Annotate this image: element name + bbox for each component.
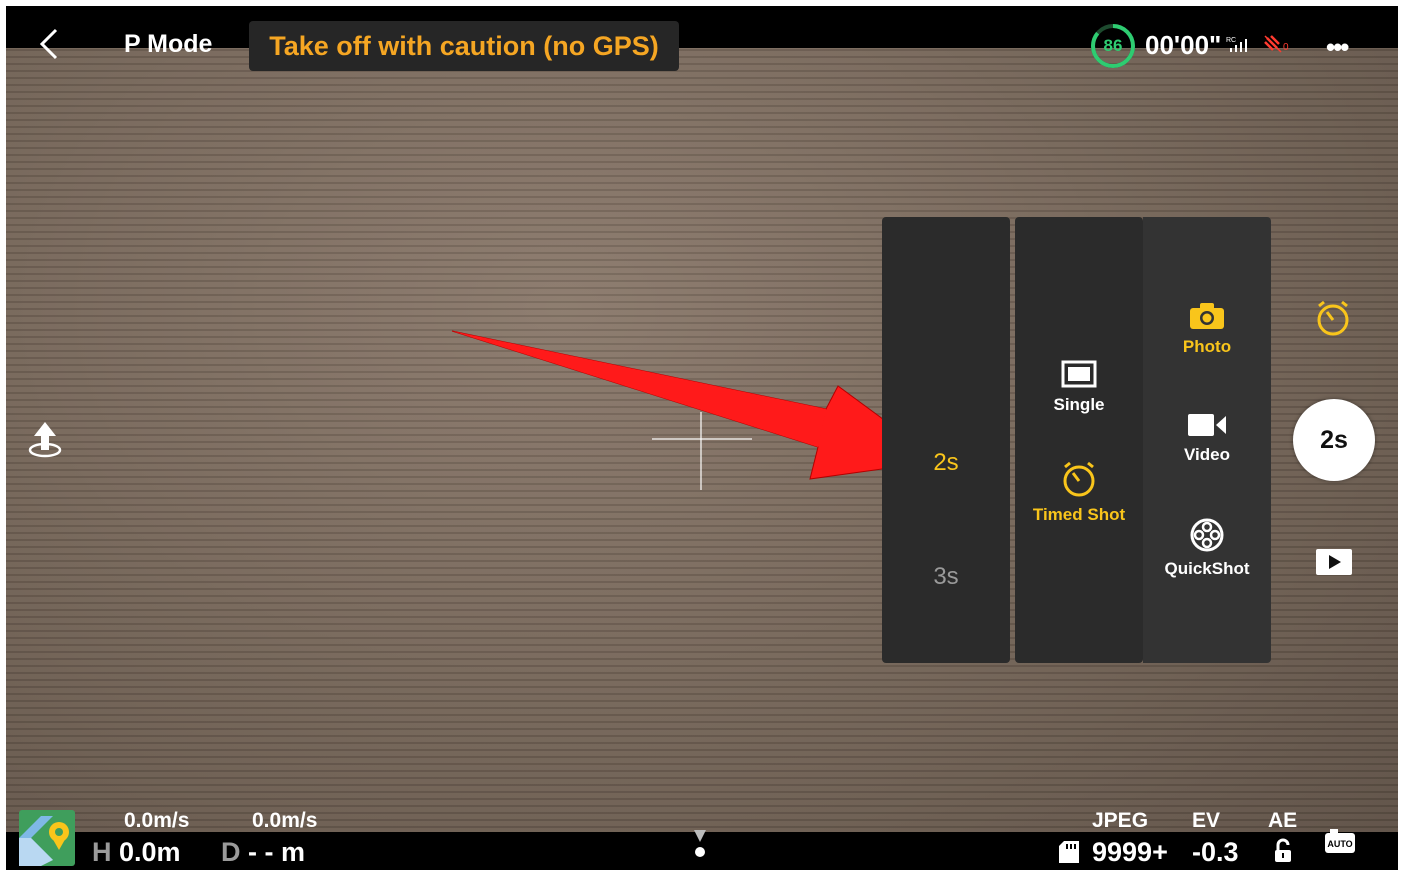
shutter-button[interactable]: 2s — [1293, 399, 1375, 481]
film-reel-icon — [1190, 518, 1224, 552]
distance-readout: D - - m — [221, 837, 305, 868]
timer-icon — [1063, 461, 1095, 497]
camera-settings-icon[interactable]: AUTO — [1324, 828, 1356, 854]
flight-time: 00'00" — [1145, 30, 1222, 60]
back-arrow-icon[interactable] — [34, 24, 64, 64]
rc-signal-icon: RC — [1226, 37, 1247, 52]
camera-mode-label: Video — [1184, 445, 1230, 464]
gps-satellite-icon: 0 — [1264, 35, 1289, 53]
camera-icon — [1190, 303, 1224, 329]
sd-card-icon — [1059, 841, 1079, 863]
camera-mode-photo[interactable]: Photo — [1143, 301, 1271, 357]
timer-mode-icon[interactable] — [1313, 298, 1353, 338]
camera-mode-label: Photo — [1182, 337, 1232, 356]
timer-duration-panel: 2s 3s — [882, 217, 1010, 663]
camera-mode-quickshot[interactable]: QuickShot — [1143, 517, 1271, 579]
gimbal-indicator-icon — [694, 830, 706, 857]
vertical-speed: 0.0m/s — [252, 809, 318, 832]
unlock-icon[interactable] — [1272, 838, 1294, 864]
battery-percent: 86 — [1103, 36, 1123, 55]
shoot-type-timed[interactable]: Timed Shot — [1015, 459, 1143, 525]
playback-icon[interactable] — [1315, 548, 1353, 576]
timer-option-2s[interactable]: 2s — [882, 449, 1010, 477]
height-value: 0.0m — [119, 837, 181, 867]
camera-mode-panel: Photo Video QuickShot — [1143, 217, 1271, 663]
auto-label: AUTO — [1327, 839, 1352, 849]
gps-count: 0 — [1283, 42, 1289, 53]
photo-type-panel: Single Timed Shot — [1015, 217, 1143, 663]
ev-value[interactable]: -0.3 — [1192, 837, 1239, 868]
camera-view: P Mode Take off with caution (no GPS) 86… — [6, 6, 1398, 870]
camera-mode-video[interactable]: Video — [1143, 411, 1271, 465]
ev-label: EV — [1192, 809, 1221, 832]
more-options-icon[interactable]: ••• — [1326, 32, 1349, 63]
rc-label: RC — [1226, 37, 1236, 44]
height-readout: H 0.0m — [92, 837, 181, 868]
shoot-type-label: Single — [1053, 395, 1105, 414]
image-format[interactable]: JPEG — [1092, 809, 1148, 833]
distance-value: - - m — [248, 837, 306, 867]
shoot-type-label: Timed Shot — [1032, 505, 1126, 524]
shoot-type-single[interactable]: Single — [1015, 359, 1143, 415]
height-prefix: H — [92, 837, 112, 867]
camera-mode-label: QuickShot — [1164, 559, 1250, 578]
annotation-arrow — [451, 330, 942, 480]
shots-remaining: 9999+ — [1092, 837, 1168, 867]
single-frame-icon — [1061, 360, 1097, 388]
flight-mode-label[interactable]: P Mode — [124, 30, 212, 59]
status-warning-banner[interactable]: Take off with caution (no GPS) — [249, 21, 679, 71]
map-icon[interactable] — [19, 810, 75, 866]
takeoff-icon[interactable] — [26, 420, 64, 460]
distance-prefix: D — [221, 837, 241, 867]
horizontal-speed: 0.0m/s — [124, 809, 190, 832]
ae-label: AE — [1268, 809, 1298, 832]
timer-option-3s[interactable]: 3s — [882, 563, 1010, 591]
video-camera-icon — [1188, 414, 1226, 436]
